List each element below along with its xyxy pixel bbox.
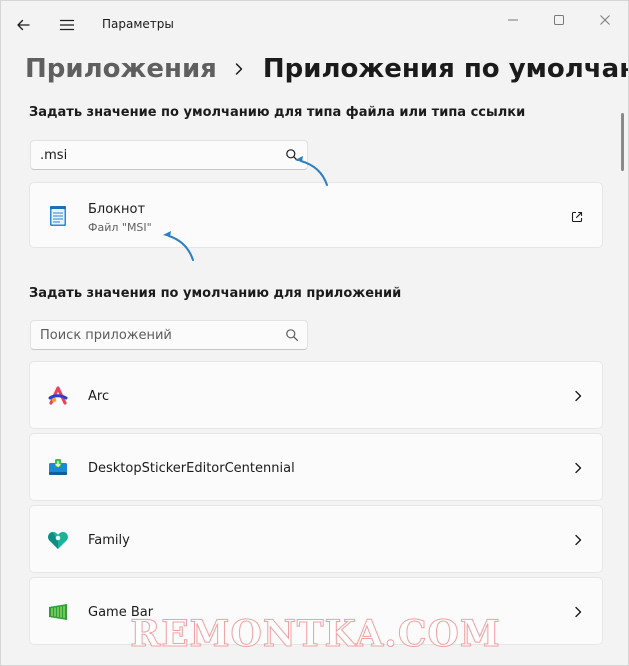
annotation-arrow-icon xyxy=(295,156,328,186)
scrollbar-thumb[interactable] xyxy=(621,113,624,171)
app-name: Arc xyxy=(88,389,110,404)
apps-section-label: Задать значения по умолчанию для приложе… xyxy=(29,286,402,301)
app-name: DesktopStickerEditorCentennial xyxy=(88,461,295,476)
arc-icon xyxy=(48,386,68,405)
hamburger-icon xyxy=(59,19,75,31)
chevron-right-icon xyxy=(575,534,582,546)
chevron-right-icon xyxy=(233,59,253,79)
apps-search-box[interactable] xyxy=(30,320,308,350)
search-icon[interactable] xyxy=(285,328,299,342)
page-title: Приложения по умолчанию xyxy=(262,54,628,84)
minimize-icon xyxy=(508,19,518,21)
breadcrumb: Приложения Приложения по умолчанию xyxy=(25,51,628,87)
menu-button[interactable] xyxy=(55,13,79,37)
chevron-right-icon xyxy=(575,390,582,402)
close-icon xyxy=(600,15,610,25)
family-icon xyxy=(48,531,68,549)
notepad-icon xyxy=(50,206,66,226)
file-type-search-box[interactable] xyxy=(30,140,308,170)
back-button[interactable] xyxy=(11,13,35,37)
annotation-arrow-icon xyxy=(163,231,194,261)
close-button[interactable] xyxy=(590,10,620,30)
open-external-icon[interactable] xyxy=(570,210,584,224)
maximize-icon xyxy=(554,15,564,25)
result-app-name: Блокнот xyxy=(88,202,146,217)
app-item-desktop-sticker-editor[interactable]: DesktopStickerEditorCentennial xyxy=(29,433,603,501)
file-type-section-label: Задать значение по умолчанию для типа фа… xyxy=(29,105,526,120)
title-bar: Параметры xyxy=(1,1,628,47)
result-file-type: Файл "MSI" xyxy=(88,221,152,234)
maximize-button[interactable] xyxy=(544,10,574,30)
app-item-arc[interactable]: Arc xyxy=(29,361,603,429)
chevron-right-icon xyxy=(575,462,582,474)
file-type-search-input[interactable] xyxy=(40,141,278,169)
settings-window: Параметры Приложения Приложения по умолч… xyxy=(0,0,629,666)
window-title: Параметры xyxy=(102,17,174,31)
breadcrumb-parent-link[interactable]: Приложения xyxy=(25,54,217,84)
app-item-family[interactable]: Family xyxy=(29,505,603,573)
file-type-result-card[interactable]: Блокнот Файл "MSI" xyxy=(29,182,603,248)
apps-search-input[interactable] xyxy=(40,321,278,349)
app-name: Family xyxy=(88,533,130,548)
watermark-text: REMONTKA.COM xyxy=(130,613,501,656)
sticker-editor-icon xyxy=(49,459,67,475)
back-arrow-icon xyxy=(17,19,30,31)
minimize-button[interactable] xyxy=(498,10,528,30)
